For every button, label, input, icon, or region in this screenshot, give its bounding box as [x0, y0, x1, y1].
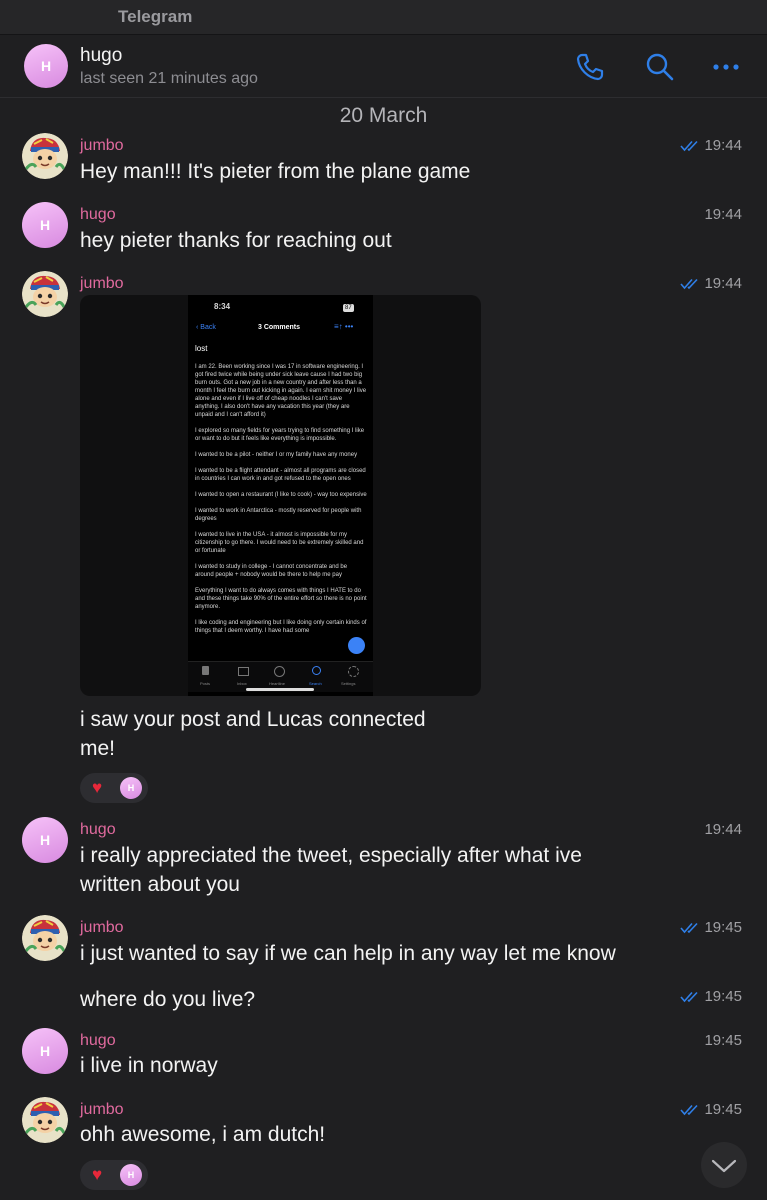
- sender-name[interactable]: hugo: [80, 1032, 116, 1050]
- avatar-jumbo[interactable]: [22, 915, 68, 961]
- post-paragraph: Everything I want to do always comes wit…: [195, 588, 367, 610]
- avatar-hugo[interactable]: H: [22, 202, 68, 248]
- message-time: 19:45: [680, 919, 742, 936]
- avatar-jumbo[interactable]: [22, 133, 68, 179]
- phone-tab: Heartline: [269, 681, 286, 686]
- battery-indicator: 87: [343, 304, 354, 312]
- message-time: 19:45: [704, 1032, 742, 1049]
- message-text: written about you: [80, 873, 240, 896]
- reaction-badge[interactable]: ♥ H: [80, 773, 148, 803]
- window-titlebar: Telegram: [0, 0, 767, 35]
- message-time: 19:44: [704, 206, 742, 223]
- message-text: i really appreciated the tweet, especial…: [80, 844, 582, 867]
- message-time: 19:45: [680, 1101, 742, 1118]
- message-text: i just wanted to say if we can help in a…: [80, 942, 616, 965]
- phone-sort-icon: ≡↑ •••: [334, 322, 354, 331]
- phone-icon[interactable]: [574, 51, 606, 83]
- chat-header[interactable]: H hugo last seen 21 minutes ago: [0, 35, 767, 98]
- read-double-check-icon: [680, 1104, 699, 1116]
- phone-heading: lost: [195, 344, 208, 353]
- message-time: 19:44: [680, 275, 742, 292]
- message-time: 19:44: [680, 137, 742, 154]
- phone-tab: Inbox: [237, 681, 247, 686]
- window-title: Telegram: [118, 7, 193, 26]
- sender-name[interactable]: jumbo: [80, 275, 124, 293]
- sender-name[interactable]: hugo: [80, 821, 116, 839]
- time-label: 19:44: [704, 275, 742, 292]
- reactor-avatar: H: [120, 777, 142, 799]
- message-time: 19:44: [704, 821, 742, 838]
- phone-post-body: I am 22. Been working since I was 17 in …: [195, 363, 367, 663]
- photo-attachment[interactable]: 8:34 87 ‹ Back 3 Comments ≡↑ ••• lost I …: [80, 295, 481, 696]
- post-paragraph: I wanted to be a flight attendant - almo…: [195, 468, 366, 482]
- sender-name[interactable]: jumbo: [80, 919, 124, 937]
- heart-icon: ♥: [92, 778, 103, 797]
- heart-icon: ♥: [92, 1165, 103, 1184]
- time-label: 19:45: [704, 988, 742, 1005]
- message-text: hey pieter thanks for reaching out: [80, 229, 392, 252]
- time-label: 19:45: [704, 1101, 742, 1118]
- message-text: me!: [80, 737, 116, 760]
- phone-title: 3 Comments: [258, 324, 301, 331]
- post-paragraph: I wanted to work in Antarctica - mostly …: [195, 508, 362, 522]
- avatar-jumbo[interactable]: [22, 1097, 68, 1143]
- avatar-hugo[interactable]: H: [22, 817, 68, 863]
- phone-back-button: ‹ Back: [196, 324, 216, 331]
- time-label: 19:45: [704, 919, 742, 936]
- search-icon[interactable]: [644, 51, 676, 83]
- chat-avatar[interactable]: H: [24, 44, 68, 88]
- post-paragraph: I wanted to live in the USA - it almost …: [195, 532, 364, 554]
- reactor-avatar: H: [120, 1164, 142, 1186]
- post-paragraph: I wanted to open a restaurant (I like to…: [195, 492, 367, 498]
- read-double-check-icon: [680, 991, 699, 1003]
- post-paragraph: I wanted to be a pilot - neither I or my…: [195, 452, 358, 458]
- phone-back-label: Back: [200, 324, 216, 331]
- date-divider: 20 March: [339, 104, 428, 127]
- phone-scroll-down-icon: [348, 637, 365, 654]
- chat-name[interactable]: hugo: [80, 45, 122, 67]
- more-icon[interactable]: [710, 51, 742, 83]
- message-text: ohh awesome, i am dutch!: [80, 1123, 326, 1146]
- message-text: i live in norway: [80, 1054, 218, 1077]
- sender-name[interactable]: hugo: [80, 206, 116, 224]
- sender-name[interactable]: jumbo: [80, 137, 124, 155]
- post-paragraph: I like coding and engineering but I like…: [195, 620, 367, 634]
- chat-status: last seen 21 minutes ago: [80, 70, 258, 87]
- phone-screenshot: 8:34 87 ‹ Back 3 Comments ≡↑ ••• lost I …: [188, 295, 373, 696]
- post-paragraph: I wanted to study in college - I cannot …: [195, 564, 348, 578]
- home-indicator: [246, 688, 314, 691]
- message-text: where do you live?: [80, 988, 256, 1011]
- avatar-jumbo[interactable]: [22, 271, 68, 317]
- phone-status-time: 8:34: [214, 302, 231, 311]
- read-double-check-icon: [680, 278, 699, 290]
- chevron-down-icon: [711, 1159, 737, 1173]
- phone-tab: Posts: [200, 681, 211, 686]
- read-double-check-icon: [680, 140, 699, 152]
- message-text: i saw your post and Lucas connected: [80, 708, 426, 731]
- message-time: 19:45: [680, 988, 742, 1005]
- phone-tab: Search: [309, 681, 322, 686]
- avatar-hugo[interactable]: H: [22, 1028, 68, 1074]
- post-paragraph: I am 22. Been working since I was 17 in …: [195, 364, 367, 418]
- scroll-to-bottom-button[interactable]: [701, 1142, 747, 1188]
- sender-name[interactable]: jumbo: [80, 1101, 124, 1119]
- time-label: 19:44: [704, 137, 742, 154]
- post-paragraph: I explored so many fields for years tryi…: [195, 428, 365, 442]
- message-text: Hey man!!! It's pieter from the plane ga…: [80, 160, 471, 183]
- phone-tab: Settings: [341, 681, 356, 686]
- read-double-check-icon: [680, 922, 699, 934]
- reaction-badge[interactable]: ♥ H: [80, 1160, 148, 1190]
